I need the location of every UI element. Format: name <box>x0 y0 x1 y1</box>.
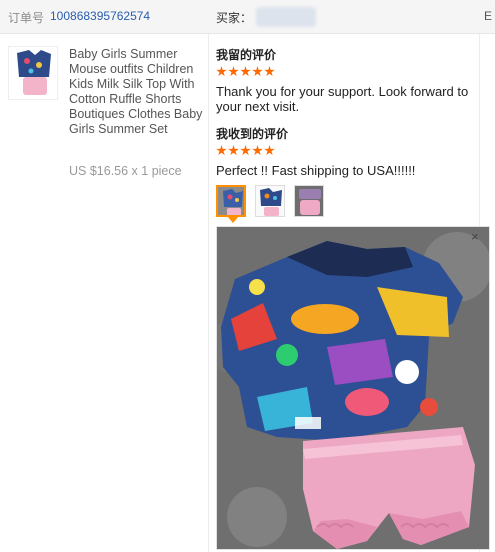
review-photo-thumb[interactable] <box>255 185 285 217</box>
received-review-text: Perfect !! Fast shipping to USA!!!!!! <box>216 163 416 178</box>
product-title-link[interactable]: Baby Girls Summer Mouse outfits Children… <box>69 47 205 137</box>
star-icon <box>252 145 263 156</box>
order-number-link[interactable]: 100868395762574 <box>50 9 150 23</box>
selected-thumb-caret-icon <box>227 216 239 223</box>
received-review-title: 我收到的评价 <box>216 127 289 141</box>
star-icon <box>228 66 239 77</box>
order-header: 订单号 100868395762574 买家： E <box>0 0 495 34</box>
review-photo-thumb[interactable] <box>294 185 324 217</box>
star-icon <box>228 145 239 156</box>
order-number-label: 订单号 <box>8 11 45 25</box>
star-icon <box>264 66 275 77</box>
star-icon <box>240 66 251 77</box>
my-review-title: 我留的评价 <box>216 48 277 62</box>
review-photo-thumb[interactable] <box>216 185 246 217</box>
my-review-stars <box>216 66 275 77</box>
buyer-name-blurred <box>256 7 316 27</box>
received-review-stars <box>216 145 275 156</box>
product-price: US $16.56 x 1 piece <box>69 164 182 178</box>
my-review-text: Thank you for your support. Look forward… <box>216 84 469 114</box>
close-preview-button[interactable]: × <box>471 229 479 244</box>
star-icon <box>216 66 227 77</box>
column-divider <box>208 34 209 552</box>
buyer-label: 买家： <box>216 11 253 25</box>
star-icon <box>252 66 263 77</box>
header-right-fragment: E <box>484 9 493 23</box>
star-icon <box>240 145 251 156</box>
star-icon <box>264 145 275 156</box>
product-thumbnail-icon[interactable] <box>8 46 58 100</box>
star-icon <box>216 145 227 156</box>
review-photo-preview: × <box>216 226 490 550</box>
